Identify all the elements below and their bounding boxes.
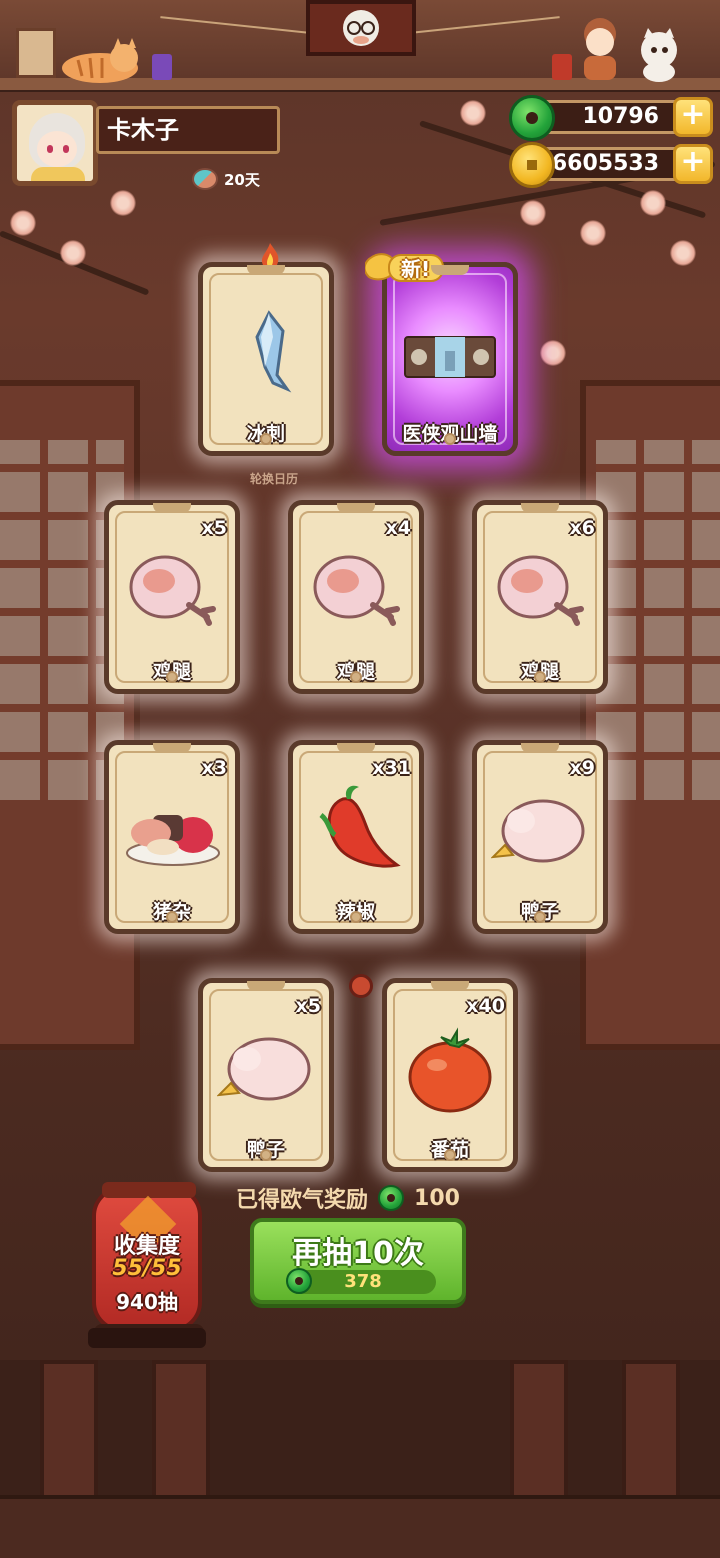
calendar-label: 轮换日历 [250,472,299,486]
new-badge-label: 新! [401,257,431,281]
blossom-flower [640,190,666,216]
chili-icon [319,785,401,868]
reward-card[interactable]: x9 鸭子 [472,740,608,934]
lantern-stand [88,1328,206,1348]
cat-icon [62,38,138,83]
floor-post-left-1 [40,1360,98,1510]
drumstick-icon [313,555,400,626]
drumstick-icon [129,555,216,626]
card-dot [534,911,546,923]
card-tab [431,981,469,991]
card-tab [521,503,559,513]
reward-card[interactable]: x3 猪杂 [104,740,240,934]
blossom-flower [60,240,86,266]
reward-card[interactable]: x6 鸡腿 [472,500,608,694]
right-window-lattice [596,440,720,800]
card-tab [521,743,559,753]
card-dot [444,1149,456,1161]
white-cat-icon [641,28,677,82]
game-scene: 卡木子 20天 10796 + 6605533 + 冰刺 新! [0,0,720,1558]
bottom-strip [0,1495,720,1558]
duck-icon [217,1037,311,1101]
center-knob [349,974,373,998]
reward-card[interactable]: x5 鸭子 [198,978,334,1172]
luck-reward: 已得欧气奖励 100 [236,1182,460,1214]
reward-card[interactable]: x4 鸡腿 [288,500,424,694]
jade-resource: 10796 + [509,95,713,141]
blossom-flower [580,220,606,246]
pork-offal-icon [126,815,220,866]
card-dot [260,433,272,445]
add-coins-button[interactable]: + [673,144,713,184]
collection-progress: 55/55 [112,1256,182,1281]
draw-cost-value: 378 [344,1271,382,1292]
card-dot [444,433,456,445]
card-tab [153,743,191,753]
player-name: 卡木子 [96,106,280,154]
top-shelf [0,0,720,92]
blossom-flower [10,210,36,236]
tomato-icon [408,1027,492,1113]
red-spool-icon [552,54,572,80]
reward-amount: 100 [414,1185,460,1211]
blossom-flower [670,240,696,266]
blossom-flower [110,190,136,216]
lantern-top [102,1182,196,1198]
card-dot [166,671,178,683]
blossom-flower [520,200,546,226]
coin-value: 6605533 [551,151,659,176]
reward-card[interactable]: x40 番茄 [382,978,518,1172]
wall-screen-icon [404,336,496,378]
jade-icon [509,95,555,141]
draw-again-button[interactable]: 再抽10次 378 [250,1218,466,1304]
reward-card[interactable]: x31 辣椒 [288,740,424,934]
card-tab [247,265,285,275]
draw-cost: 378 [286,1268,436,1294]
reward-card[interactable]: x5 鸡腿 [104,500,240,694]
blossom-flower [460,100,486,126]
shelf-rope [160,16,310,34]
add-jade-button[interactable]: + [673,97,713,137]
card-tab [337,503,375,513]
card-dot [350,671,362,683]
card-dot [534,671,546,683]
drumstick-icon [497,555,584,626]
reward-card[interactable]: 冰刺 [198,243,334,456]
card-tab [247,981,285,991]
jade-value: 10796 [582,104,659,129]
collection-draws: 940抽 [116,1290,178,1314]
player-avatar[interactable] [12,100,98,186]
draw-button-label: 再抽10次 [292,1236,424,1271]
chef-character-icon [584,18,616,80]
collection-lantern[interactable]: 收集度 55/55 940抽 [92,1182,204,1342]
card-tab [337,743,375,753]
avatar-eye [47,145,53,153]
scroll-icon [16,28,56,78]
calendar-icon [192,168,218,190]
coin-resource: 6605533 + [509,142,713,188]
duck-icon [491,799,585,863]
blossom-flower [540,340,566,366]
card-dot [350,911,362,923]
avatar-eye [63,145,69,153]
sheep-mascot-icon [343,10,379,46]
coin-icon [509,142,555,188]
reward-label: 已得欧气奖励 [236,1188,369,1213]
purple-spool-icon [152,54,172,80]
ice-shard-icon [255,310,292,393]
avatar-face [37,131,77,167]
days-value: 20天 [224,170,260,189]
card-tab [431,265,469,275]
card-tab [153,503,191,513]
floor-post-right-2 [622,1360,680,1510]
days-counter: 20天 [192,168,260,190]
floor-post-right-1 [510,1360,568,1510]
reward-card-rare[interactable]: 新! 医侠观山墙 [365,253,518,456]
floor-post-left-2 [152,1360,210,1510]
jade-icon [378,1185,405,1211]
shelf-rope [410,16,560,34]
card-dot [166,911,178,923]
card-dot [260,1149,272,1161]
avatar-body [31,167,85,181]
